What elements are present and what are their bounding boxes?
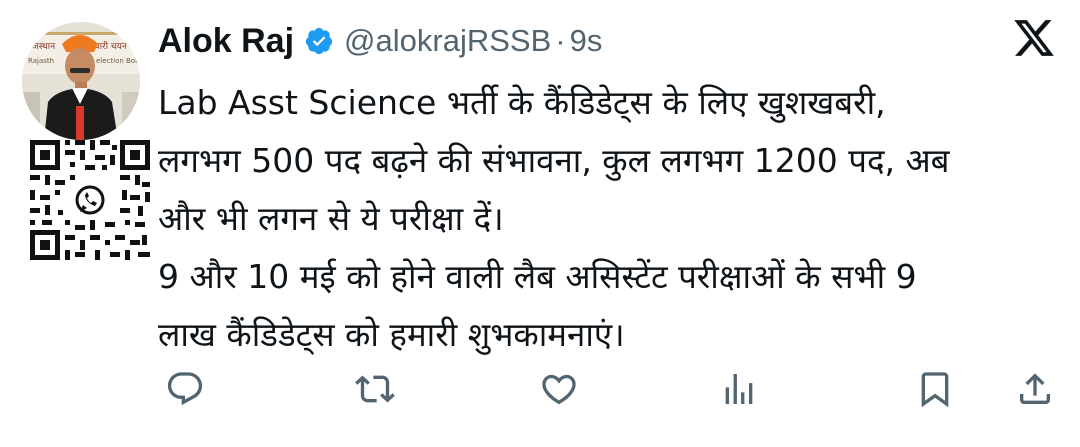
tweet-timestamp[interactable]: 9s: [570, 23, 603, 59]
avatar-banner-text-4: election Boa: [96, 57, 139, 65]
tweet-text-line: Lab Asst Science भर्ती के कैंडिडेट्स के …: [158, 83, 886, 122]
avatar-banner-text-2: चारी चयन: [94, 40, 128, 52]
views-button[interactable]: [716, 366, 762, 412]
qr-code-icon: [30, 140, 150, 260]
author-handle[interactable]: @alokrajRSSB: [344, 23, 551, 59]
avatar-banner-text-3: Rajasth: [28, 57, 54, 65]
header-separator: ·: [555, 23, 566, 58]
x-logo-icon[interactable]: [1012, 16, 1056, 60]
bookmark-button[interactable]: [912, 366, 958, 412]
like-icon: [542, 374, 576, 405]
author-name[interactable]: Alok Raj: [158, 22, 294, 61]
verified-badge-icon: [305, 27, 333, 55]
reply-button[interactable]: [162, 366, 208, 412]
avatar-banner-text-1: राजस्थान: [26, 42, 56, 52]
views-icon: [725, 374, 753, 404]
tweet-header: Alok Raj @alokrajRSSB · 9s: [158, 18, 602, 64]
tweet-text-line: लगभग 500 पद बढ़ने की संभावना, कुल लगभग 1…: [158, 141, 950, 180]
retweet-button[interactable]: [352, 366, 398, 412]
share-icon: [1020, 373, 1050, 404]
reply-icon: [167, 372, 203, 406]
retweet-icon: [355, 375, 395, 403]
author-avatar[interactable]: राजस्थान चारी चयन Rajasth election Boa: [22, 22, 140, 140]
tweet-text: Lab Asst Science भर्ती के कैंडिडेट्स के …: [158, 74, 1058, 364]
tweet-text-line: और भी लगन से ये परीक्षा दें।: [158, 199, 504, 238]
tweet-action-bar: [0, 366, 1080, 416]
like-button[interactable]: [536, 366, 582, 412]
tweet-text-line: 9 और 10 मई को होने वाली लैब असिस्टेंट पर…: [158, 257, 917, 296]
tweet-text-line: लाख कैंडिडेट्स को हमारी शुभकामनाएं।: [158, 315, 625, 354]
bookmark-icon: [921, 372, 949, 408]
share-button[interactable]: [1012, 366, 1058, 412]
avatar-photo: राजस्थान चारी चयन Rajasth election Boa: [22, 22, 140, 140]
